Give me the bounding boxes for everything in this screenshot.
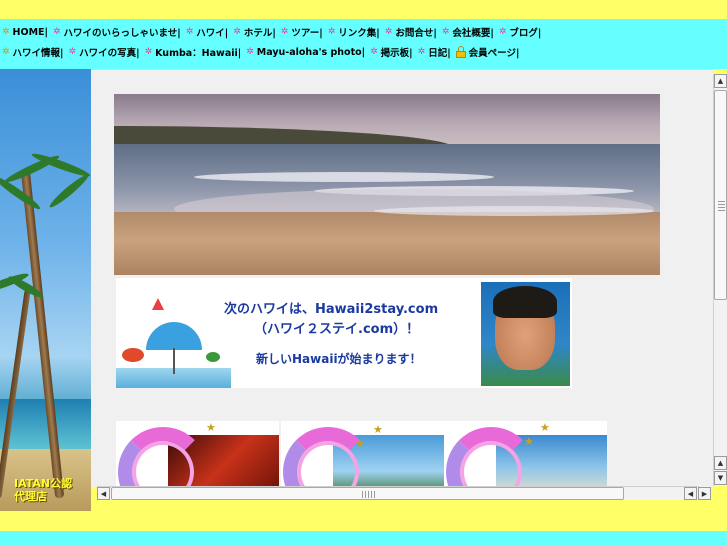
palm-frond [47, 171, 91, 211]
nav-link-label: 会社概要| [452, 28, 494, 39]
nav-link-label: Mayu-aloha's photo| [256, 46, 366, 58]
nav-link-row2-2[interactable]: ✲ Kumba：Hawaii| [145, 45, 242, 59]
sparkle-bullet-icon: ✲ [144, 46, 153, 57]
nav-link-label: ハワイ| [196, 28, 229, 39]
nav-row-2: ✲ ハワイ情報| ✲ ハワイの写真| ✲ Kumba：Hawaii| ✲ Mayu-aloha… [2, 42, 725, 62]
rainbow-tile-beach[interactable]: ★ ★ [444, 421, 607, 487]
hawaii2stay-banner[interactable]: 次のハワイは、Hawaii2stay.com （ハワイ２ステイ.com）！ 新し… [116, 278, 572, 388]
main-content-frame: 次のハワイは、Hawaii2stay.com （ハワイ２ステイ.com）！ 新し… [91, 69, 713, 487]
star-icon: ★ [373, 423, 383, 436]
iatan-line-1: IATAN公認 [14, 477, 73, 490]
sparkle-bullet-icon: ✲ [53, 26, 61, 37]
sparkle-bullet-icon: ✲ [370, 46, 378, 57]
iatan-line-2: 代理店 [14, 490, 47, 503]
nav-link-row1-1[interactable]: ✲ ハワイのいらっしゃいませ| [53, 25, 181, 39]
lock-icon [455, 46, 466, 58]
banner-headline: 次のハワイは、Hawaii2stay.com [224, 302, 439, 317]
nav-link-label: 日記| [428, 48, 451, 59]
rainbow-tile-palms[interactable]: ★ ★ [281, 421, 444, 487]
sparkle-bullet-icon: ✲ [384, 26, 393, 37]
nav-link-row1-6[interactable]: ✲ お問合せ| [385, 25, 437, 39]
nav-link-row2-0[interactable]: ✲ ハワイ情報| [2, 45, 64, 59]
nav-link-label: ハワイ情報| [12, 48, 64, 59]
sailboat-icon [152, 296, 164, 310]
sparkle-bullet-icon: ✲ [327, 26, 336, 37]
nav-link-row1-8[interactable]: ✲ ブログ| [499, 25, 542, 39]
bottom-frame-band [0, 511, 727, 531]
beach-photo [114, 94, 660, 275]
scroll-left-button-end[interactable]: ◀ [684, 487, 697, 500]
horizontal-scroll-thumb[interactable] [111, 487, 624, 500]
nav-link-row2-5[interactable]: ✲ 日記| [418, 45, 451, 59]
nav-link-label: お問合せ| [395, 28, 437, 39]
nav-link-label: ツアー| [291, 28, 323, 39]
sparkle-bullet-icon: ✲ [246, 46, 254, 57]
scroll-down-button[interactable]: ▼ [714, 471, 727, 485]
star-icon: ★ [540, 421, 550, 434]
iatan-badge: IATAN公認 代理店 [14, 477, 72, 503]
sparkle-bullet-icon: ✲ [417, 46, 426, 57]
nav-link-label: リンク集| [338, 28, 380, 39]
nav-link-row1-0[interactable]: ✲ HOME| [2, 27, 48, 38]
left-palm-panel: IATAN公認 代理店 [0, 69, 91, 511]
nav-link-row1-2[interactable]: ✲ ハワイ| [186, 25, 229, 39]
owner-portrait [481, 282, 570, 386]
banner-subline: （ハワイ２ステイ.com）！ [254, 322, 420, 337]
nav-link-label: ブログ| [509, 28, 542, 39]
scroll-left-button[interactable]: ◀ [97, 487, 110, 500]
scroll-up-button-lower[interactable]: ▲ [714, 456, 727, 470]
nav-link-row1-5[interactable]: ✲ リンク集| [328, 25, 380, 39]
nav-link-label: 掲示板| [380, 48, 413, 59]
nav-row-1: ✲ HOME| ✲ ハワイのいらっしゃいませ| ✲ ハワイ| ✲ ホテル| ✲ ツアー| ✲ リンク集… [2, 22, 725, 42]
rainbow-tile-lava[interactable]: ★ [116, 421, 279, 487]
beach-umbrella-icon [146, 322, 202, 350]
scroll-right-button[interactable]: ▶ [698, 487, 711, 500]
nav-link-label: ホテル| [243, 28, 276, 39]
nav-link-row2-6[interactable]: 会員ページ| [455, 45, 520, 59]
nav-link-label: ハワイの写真| [79, 48, 140, 59]
vertical-scrollbar[interactable]: ▲ ▲ ▼ [713, 74, 727, 486]
nav-link-row1-3[interactable]: ✲ ホテル| [233, 25, 276, 39]
scroll-up-button[interactable]: ▲ [714, 74, 727, 88]
nav-link-row1-7[interactable]: ✲ 会社概要| [442, 25, 494, 39]
star-icon: ★ [206, 421, 216, 434]
top-navigation: ✲ HOME| ✲ ハワイのいらっしゃいませ| ✲ ハワイ| ✲ ホテル| ✲ ツアー| ✲ リンク集… [0, 19, 727, 69]
bottom-cyan-band [0, 531, 727, 545]
sparkle-bullet-icon: ✲ [233, 26, 241, 37]
banner-tagline: 新しいHawaiiが始まります！ [256, 352, 422, 366]
nav-link-label: ハワイのいらっしゃいませ| [63, 28, 181, 39]
nav-link-label: Kumba：Hawaii| [155, 48, 242, 59]
horizontal-scrollbar[interactable]: ◀ ◀ ▶ [97, 486, 711, 500]
nav-link-row2-3[interactable]: ✲ Mayu-aloha's photo| [246, 47, 365, 58]
sparkle-bullet-icon: ✲ [441, 26, 450, 37]
vertical-scroll-thumb[interactable] [714, 90, 727, 300]
sparkle-bullet-icon: ✲ [498, 26, 507, 37]
nav-link-row1-4[interactable]: ✲ ツアー| [281, 25, 323, 39]
turtle-icon [206, 352, 220, 362]
sparkle-bullet-icon: ✲ [68, 46, 77, 57]
top-frame-band [0, 0, 727, 19]
star-icon: ★ [524, 435, 534, 448]
nav-link-label: HOME| [12, 26, 48, 38]
sparkle-bullet-icon: ✲ [185, 26, 194, 37]
sparkle-bullet-icon: ✲ [280, 26, 289, 37]
sparkle-bullet-icon: ✲ [2, 46, 10, 57]
sparkle-bullet-icon: ✲ [2, 26, 10, 37]
nav-link-label: 会員ページ| [468, 48, 520, 59]
nav-link-row2-1[interactable]: ✲ ハワイの写真| [69, 45, 140, 59]
nav-link-row2-4[interactable]: ✲ 掲示板| [370, 45, 413, 59]
crab-icon [122, 348, 144, 362]
star-icon: ★ [355, 437, 365, 450]
